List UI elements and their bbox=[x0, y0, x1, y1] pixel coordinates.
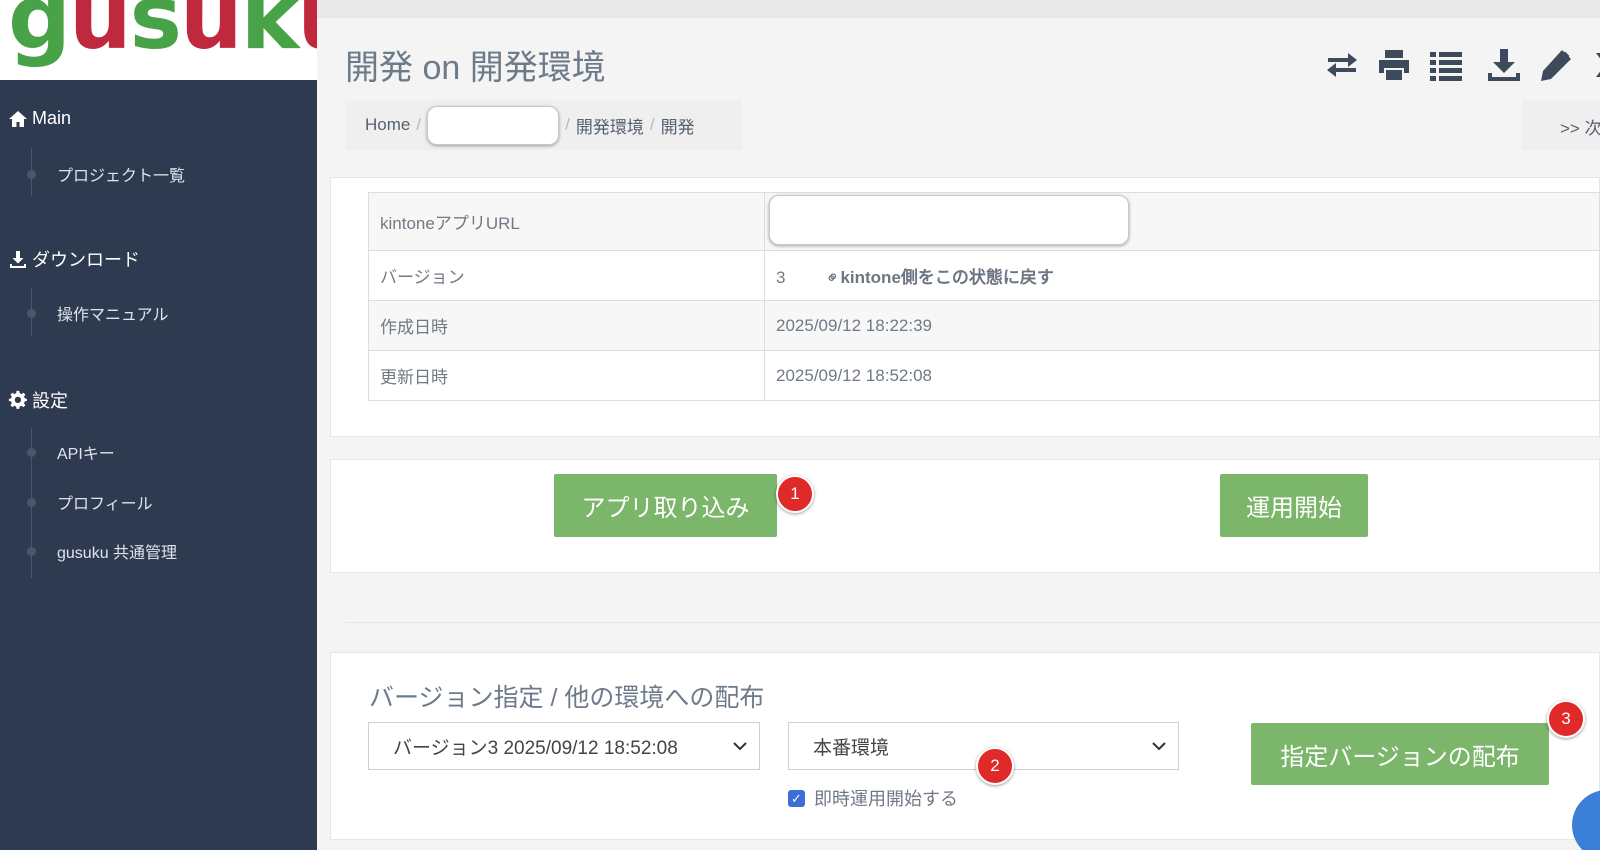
sidebar-section-download[interactable]: ダウンロード bbox=[8, 246, 140, 272]
restore-kintone-label: kintone側をこの状態に戻す bbox=[840, 268, 1054, 287]
sidebar-item-project-list[interactable]: プロジェクト一覧 bbox=[57, 162, 185, 186]
logo-letter: u bbox=[297, 0, 317, 62]
chevron-down-icon bbox=[733, 742, 747, 751]
table-row: バージョン 3 ⚭kintone側をこの状態に戻す bbox=[368, 250, 1600, 301]
page-title: 開発 on 開発環境 bbox=[345, 49, 606, 87]
nav-dot bbox=[27, 448, 36, 457]
table-row: kintoneアプリURL bbox=[368, 192, 1600, 251]
nav-dot bbox=[27, 498, 36, 507]
breadcrumb-separator: / bbox=[649, 115, 655, 134]
logo-text: gusuku bbox=[8, 0, 317, 62]
sidebar-section-main[interactable]: Main bbox=[8, 108, 71, 129]
sidebar-section-settings[interactable]: 設定 bbox=[8, 387, 68, 413]
logo-letter: u bbox=[69, 0, 132, 69]
url-cell bbox=[764, 192, 1600, 251]
sidebar: gusuku Main プロジェクト一覧 ダウンロード 操作マニュアル 設定 A… bbox=[0, 0, 317, 850]
start-operation-button[interactable]: 運用開始 bbox=[1220, 474, 1368, 537]
home-icon bbox=[9, 110, 27, 127]
sidebar-section-label: ダウンロード bbox=[32, 250, 140, 270]
download-icon bbox=[1488, 49, 1520, 81]
logo-letter: s bbox=[129, 0, 182, 69]
download-button[interactable] bbox=[1478, 45, 1530, 85]
chevron-down-icon bbox=[1152, 742, 1166, 751]
deploy-section-title: バージョン指定 / 他の環境への配布 bbox=[369, 684, 765, 712]
pencil-icon bbox=[1541, 50, 1571, 81]
import-app-button[interactable]: アプリ取り込み bbox=[554, 474, 777, 537]
download-icon bbox=[10, 251, 26, 268]
logo-letter: u bbox=[180, 0, 243, 69]
row-label: kintoneアプリURL bbox=[368, 192, 765, 251]
row-label: 更新日時 bbox=[368, 350, 765, 401]
step-badge-3: 3 bbox=[1547, 700, 1585, 738]
top-bar bbox=[317, 0, 1600, 18]
actions-card bbox=[330, 459, 1600, 573]
list-button[interactable] bbox=[1420, 45, 1472, 85]
immediate-start-label[interactable]: 即時運用開始する bbox=[814, 785, 958, 811]
breadcrumb-redacted-project[interactable] bbox=[427, 105, 560, 145]
app-url-redacted[interactable] bbox=[769, 195, 1129, 245]
close-button[interactable] bbox=[1582, 45, 1600, 85]
edit-button[interactable] bbox=[1530, 45, 1582, 85]
list-icon bbox=[1430, 52, 1462, 81]
version-cell: 3 ⚭kintone側をこの状態に戻す bbox=[764, 250, 1600, 301]
step-badge-2: 2 bbox=[976, 747, 1014, 785]
breadcrumb-home[interactable]: Home bbox=[365, 115, 410, 135]
sidebar-section-label: 設定 bbox=[32, 391, 68, 411]
nav-dot bbox=[27, 547, 36, 556]
sidebar-item-common-admin[interactable]: gusuku 共通管理 bbox=[57, 539, 177, 563]
nav-dot bbox=[27, 309, 36, 318]
sidebar-section-label: Main bbox=[32, 108, 72, 128]
row-label: 作成日時 bbox=[368, 300, 765, 351]
sidebar-item-manual[interactable]: 操作マニュアル bbox=[57, 301, 169, 325]
table-row: 作成日時 2025/09/12 18:22:39 bbox=[368, 300, 1600, 351]
print-button[interactable] bbox=[1368, 45, 1420, 85]
sidebar-item-api-key[interactable]: APIキー bbox=[57, 440, 115, 464]
immediate-start-checkbox[interactable]: ✓ bbox=[788, 789, 805, 807]
breadcrumb-environment[interactable]: 開発環境 bbox=[576, 113, 644, 138]
deploy-version-button[interactable]: 指定バージョンの配布 bbox=[1251, 723, 1549, 785]
sidebar-item-profile[interactable]: プロフィール bbox=[57, 490, 153, 514]
breadcrumb-separator: / bbox=[565, 115, 570, 134]
toolbar bbox=[1316, 45, 1600, 85]
logo-letter: k bbox=[240, 0, 300, 69]
restore-kintone-link[interactable]: ⚭kintone側をこの状態に戻す bbox=[821, 266, 1054, 290]
created-value: 2025/09/12 18:22:39 bbox=[764, 300, 1600, 351]
environment-select-value: 本番環境 bbox=[813, 737, 890, 759]
version-select[interactable]: バージョン3 2025/09/12 18:52:08 bbox=[368, 722, 760, 770]
updated-value: 2025/09/12 18:52:08 bbox=[764, 350, 1600, 401]
info-table: kintoneアプリURL バージョン 3 ⚭kintone側をこの状態に戻す … bbox=[368, 192, 1600, 401]
version-value: 3 bbox=[776, 268, 786, 287]
immediate-start-option: ✓ 即時運用開始する bbox=[788, 785, 958, 811]
gear-icon bbox=[8, 390, 27, 409]
row-label: バージョン bbox=[368, 250, 765, 301]
swap-button[interactable] bbox=[1316, 45, 1368, 85]
version-select-value: バージョン3 2025/09/12 18:52:08 bbox=[393, 737, 678, 759]
breadcrumb-separator: / bbox=[416, 115, 422, 134]
breadcrumb-current: 開発 bbox=[660, 117, 695, 137]
table-row: 更新日時 2025/09/12 18:52:08 bbox=[368, 350, 1600, 401]
breadcrumb: Home / / 開発環境 / 開発 bbox=[345, 100, 742, 150]
logo-letter: g bbox=[8, 0, 71, 69]
section-divider bbox=[345, 622, 1600, 623]
next-link[interactable]: >> 次 bbox=[1522, 100, 1600, 150]
swap-icon bbox=[1327, 53, 1357, 77]
print-icon bbox=[1379, 50, 1409, 80]
gusuku-logo[interactable]: gusuku bbox=[0, 0, 317, 80]
step-badge-1: 1 bbox=[776, 475, 814, 513]
close-icon bbox=[1596, 53, 1600, 77]
nav-dot bbox=[27, 170, 36, 179]
